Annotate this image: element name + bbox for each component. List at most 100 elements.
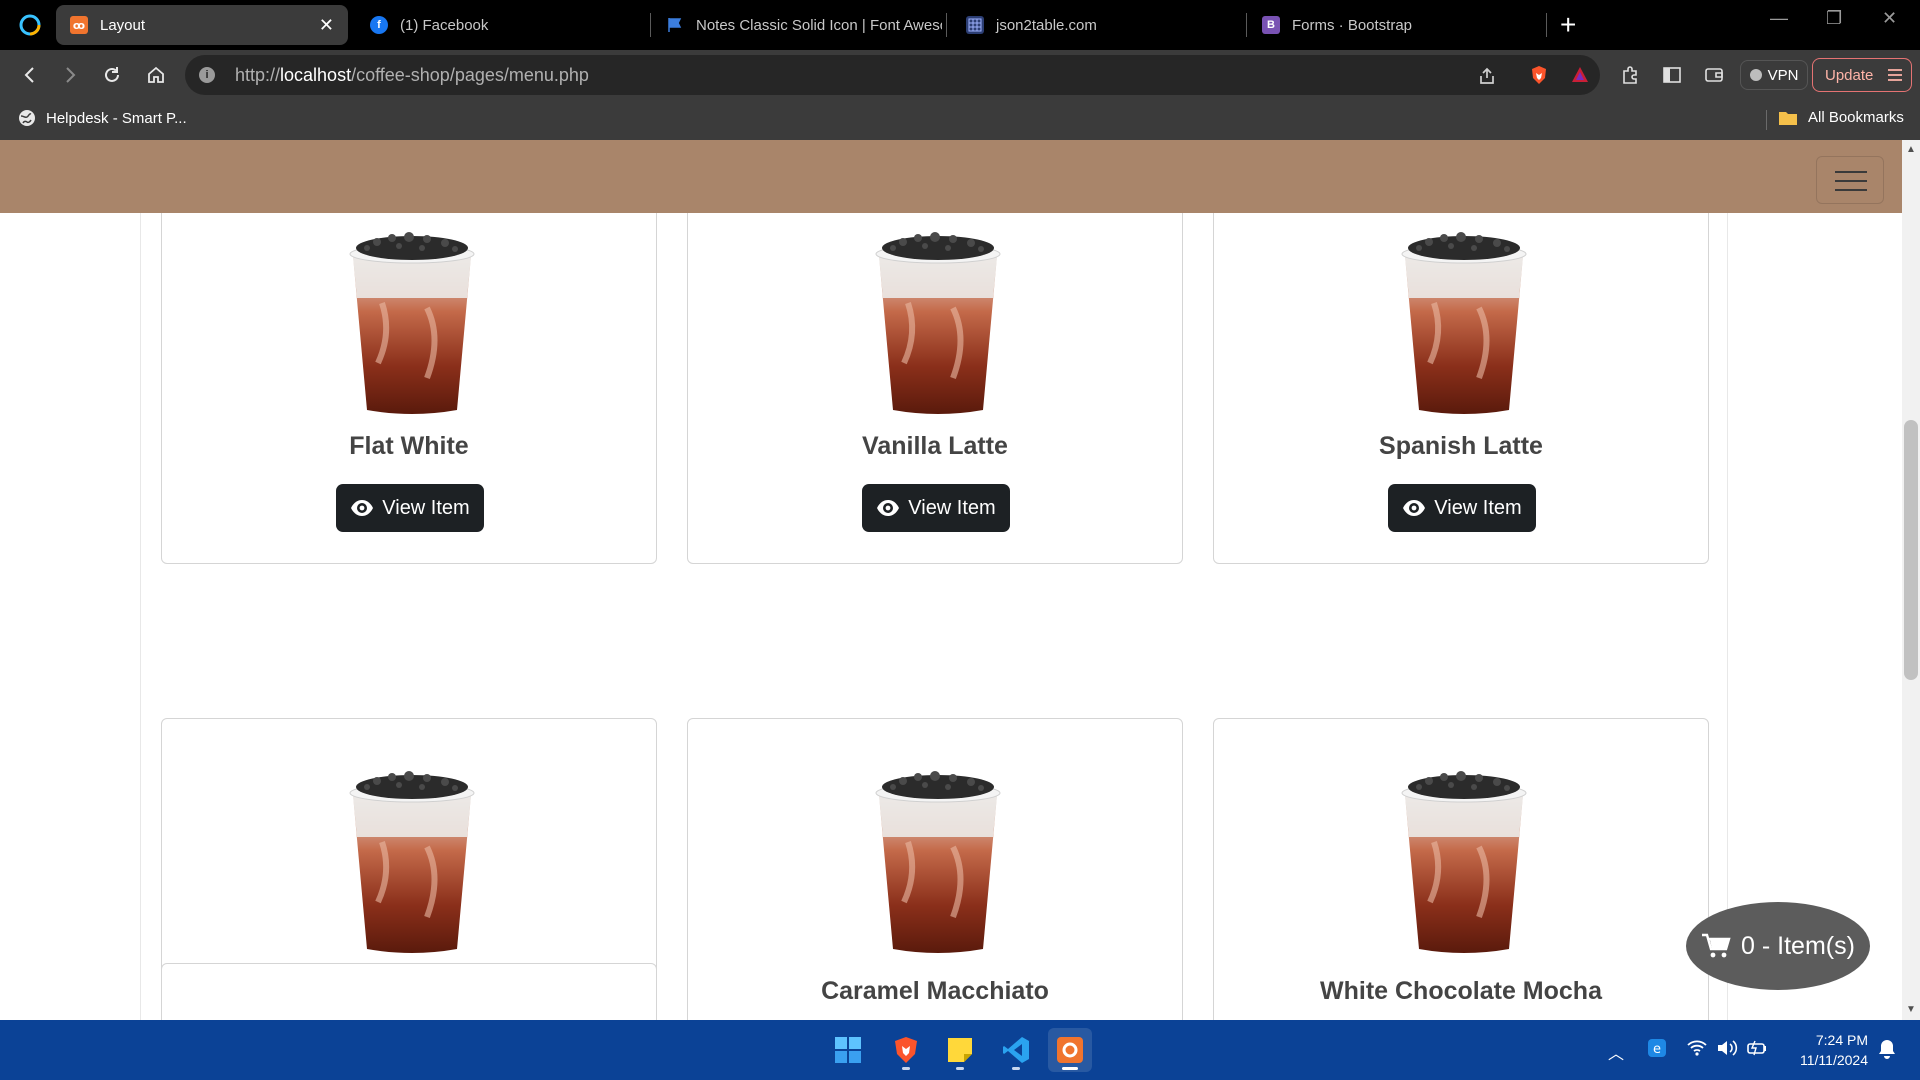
scroll-down-icon[interactable]: ▼ bbox=[1906, 1004, 1916, 1015]
svg-text:e: e bbox=[1653, 1042, 1661, 1057]
tab-facebook[interactable]: f (1) Facebook bbox=[356, 5, 646, 45]
tab-title: json2table.com bbox=[996, 16, 1097, 34]
brave-rewards-icon[interactable] bbox=[1570, 65, 1590, 85]
shopping-cart-icon bbox=[1702, 933, 1731, 958]
navbar-toggler-button[interactable] bbox=[1816, 156, 1884, 204]
site-info-icon[interactable]: i bbox=[199, 67, 215, 83]
view-item-button[interactable]: View Item bbox=[336, 484, 484, 532]
vpn-button[interactable]: VPN bbox=[1740, 60, 1808, 90]
menu-container: Flat White View Item Vanilla Latte View … bbox=[140, 140, 1728, 1020]
menu-item-name: Spanish Latte bbox=[1379, 432, 1543, 460]
folder-icon bbox=[1779, 111, 1797, 125]
hamburger-bar bbox=[1835, 171, 1867, 173]
eye-icon bbox=[1403, 500, 1426, 516]
hamburger-bar bbox=[1835, 189, 1867, 191]
menu-item-name: White Chocolate Mocha bbox=[1320, 977, 1602, 1005]
coffee-cup-image bbox=[875, 232, 1001, 414]
xampp-icon[interactable] bbox=[1048, 1028, 1092, 1072]
address-bar[interactable]: i http://localhost/coffee-shop/pages/men… bbox=[185, 55, 1600, 95]
tab-title: Layout bbox=[100, 16, 146, 34]
running-indicator bbox=[956, 1067, 964, 1070]
page-scrollbar[interactable]: ▲ ▼ bbox=[1902, 140, 1920, 1020]
coffee-cup-image bbox=[875, 771, 1001, 953]
coffee-cup-image bbox=[1401, 232, 1527, 414]
close-tab-icon[interactable]: ✕ bbox=[319, 15, 334, 36]
sidebar-icon[interactable] bbox=[1662, 65, 1682, 85]
view-item-button[interactable]: View Item bbox=[862, 484, 1010, 532]
wifi-icon[interactable] bbox=[1686, 1038, 1708, 1058]
brave-shields-icon[interactable] bbox=[1529, 65, 1549, 85]
restore-icon[interactable]: ❐ bbox=[1826, 8, 1842, 29]
menu-icon bbox=[1888, 69, 1903, 81]
share-icon[interactable] bbox=[1477, 66, 1497, 86]
extensions-icon[interactable] bbox=[1620, 65, 1640, 85]
bookmark-helpdesk[interactable]: Helpdesk - Smart P... bbox=[18, 109, 187, 127]
scrollbar-thumb[interactable] bbox=[1904, 420, 1918, 680]
battery-icon[interactable] bbox=[1746, 1038, 1768, 1058]
browser-toolbar: i http://localhost/coffee-shop/pages/men… bbox=[0, 50, 1920, 100]
tray-app-icon[interactable]: e bbox=[1647, 1038, 1667, 1058]
tab-bootstrap[interactable]: B Forms · Bootstrap bbox=[1248, 5, 1538, 45]
volume-icon[interactable] bbox=[1716, 1038, 1738, 1058]
tab-font-awesome[interactable]: Notes Classic Solid Icon | Font Awesc bbox=[652, 5, 942, 45]
all-bookmarks-button[interactable]: All Bookmarks bbox=[1778, 109, 1904, 126]
vpn-status-icon bbox=[1749, 69, 1762, 81]
menu-item-name: Vanilla Latte bbox=[862, 432, 1008, 460]
vpn-label: VPN bbox=[1767, 66, 1799, 84]
update-button[interactable]: Update bbox=[1812, 58, 1912, 92]
eye-icon bbox=[351, 500, 374, 516]
globe-icon bbox=[19, 110, 35, 126]
tab-layout[interactable]: ꝏ Layout ✕ bbox=[56, 5, 348, 45]
brave-browser-icon[interactable] bbox=[884, 1028, 928, 1072]
coffee-cup-image bbox=[349, 771, 475, 953]
back-icon[interactable] bbox=[14, 59, 46, 91]
vscode-icon[interactable] bbox=[994, 1028, 1038, 1072]
xampp-icon: ꝏ bbox=[70, 16, 88, 34]
cart-label: 0 - Item(s) bbox=[1741, 931, 1855, 960]
all-bookmarks-label: All Bookmarks bbox=[1808, 109, 1904, 126]
clock-time: 7:24 PM bbox=[1815, 1032, 1868, 1048]
menu-item-card: White Chocolate Mocha View Item bbox=[1213, 718, 1709, 1020]
eye-icon bbox=[877, 500, 900, 516]
tab-title: Forms · Bootstrap bbox=[1292, 16, 1413, 34]
browser-logo-icon[interactable] bbox=[18, 13, 42, 37]
menu-item-card bbox=[161, 963, 657, 1020]
update-label: Update bbox=[1825, 66, 1874, 84]
hamburger-bar bbox=[1835, 180, 1867, 182]
forward-icon[interactable] bbox=[54, 59, 86, 91]
clock-date: 11/11/2024 bbox=[1800, 1052, 1868, 1068]
close-window-icon[interactable]: ✕ bbox=[1882, 8, 1897, 29]
cart-button[interactable]: 0 - Item(s) bbox=[1686, 902, 1870, 990]
coffee-cup-image bbox=[349, 232, 475, 414]
running-indicator bbox=[1012, 1067, 1020, 1070]
tab-separator bbox=[946, 13, 947, 37]
view-item-label: View Item bbox=[908, 496, 996, 519]
tab-separator bbox=[650, 13, 651, 37]
show-hidden-icons-icon[interactable]: ︿ bbox=[1608, 1040, 1624, 1064]
reload-icon[interactable] bbox=[96, 59, 128, 91]
bookmark-label: Helpdesk - Smart P... bbox=[46, 109, 187, 127]
notifications-icon[interactable] bbox=[1876, 1038, 1898, 1060]
new-tab-button[interactable]: + bbox=[1560, 8, 1576, 42]
windows-start-icon[interactable] bbox=[826, 1028, 870, 1072]
font-awesome-flag-icon bbox=[666, 16, 684, 34]
bootstrap-icon: B bbox=[1262, 16, 1280, 34]
bookmarks-bar: Helpdesk - Smart P... All Bookmarks bbox=[0, 100, 1920, 140]
tab-title: Notes Classic Solid Icon | Font Awesc bbox=[696, 16, 942, 34]
facebook-icon: f bbox=[370, 16, 388, 34]
view-item-button[interactable]: View Item bbox=[1388, 484, 1536, 532]
scroll-up-icon[interactable]: ▲ bbox=[1906, 144, 1916, 155]
wallet-icon[interactable] bbox=[1704, 65, 1724, 85]
windows-taskbar: ︿ e 7:24 PM 11/11/2024 bbox=[0, 1020, 1920, 1080]
tab-json2table[interactable]: json2table.com bbox=[952, 5, 1242, 45]
minimize-icon[interactable]: — bbox=[1770, 8, 1788, 29]
tab-separator bbox=[1246, 13, 1247, 37]
site-navbar bbox=[0, 140, 1902, 213]
tab-title: (1) Facebook bbox=[400, 16, 489, 34]
url-text: http://localhost/coffee-shop/pages/menu.… bbox=[235, 65, 589, 85]
sticky-notes-icon[interactable] bbox=[938, 1028, 982, 1072]
browser-tab-strip: ꝏ Layout ✕ f (1) Facebook Notes Classic … bbox=[0, 0, 1920, 50]
home-icon[interactable] bbox=[140, 59, 172, 91]
system-clock[interactable]: 7:24 PM 11/11/2024 bbox=[1780, 1030, 1868, 1070]
running-indicator bbox=[902, 1067, 910, 1070]
